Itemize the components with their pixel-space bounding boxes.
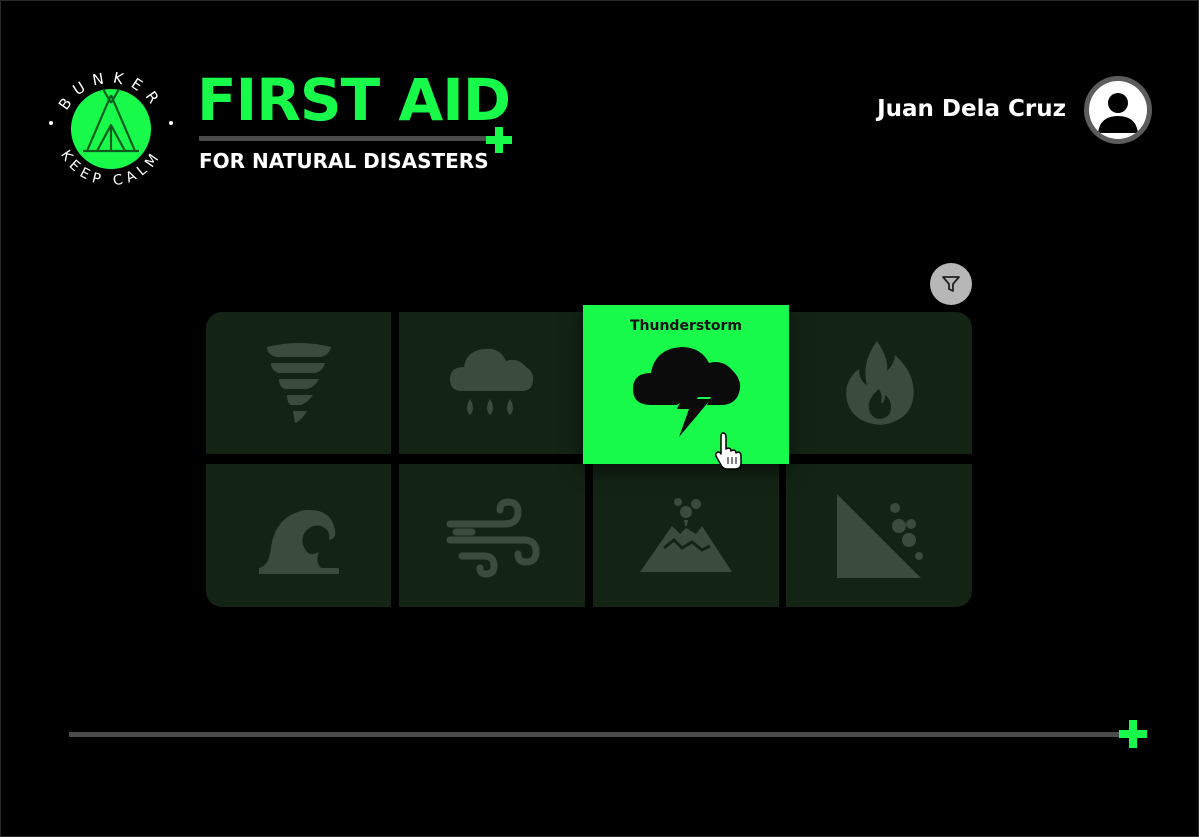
footer-divider — [69, 732, 1127, 737]
wind-icon — [446, 497, 540, 578]
landslide-icon — [837, 493, 923, 578]
logo-dot-right — [169, 121, 173, 125]
tile-wind[interactable] — [399, 464, 585, 607]
app-frame: BUNKER KEEP CALM FIRST AID FOR NATURAL D… — [0, 0, 1199, 837]
plus-icon — [1119, 720, 1147, 748]
user-avatar[interactable] — [1084, 76, 1152, 144]
title-underline — [199, 136, 487, 141]
thunderstorm-icon — [633, 347, 741, 437]
tile-tornado[interactable] — [206, 312, 391, 454]
filter-button[interactable] — [930, 263, 972, 305]
rain-cloud-icon — [450, 348, 534, 415]
tile-landslide[interactable] — [786, 464, 972, 607]
tile-volcano[interactable] — [593, 464, 779, 607]
page-title: FIRST AID — [197, 66, 511, 134]
plus-icon — [486, 127, 512, 153]
tornado-icon — [266, 343, 331, 423]
tile-rain[interactable] — [399, 312, 585, 454]
bunker-logo[interactable]: BUNKER KEEP CALM — [41, 59, 181, 199]
volcano-icon — [640, 497, 732, 572]
tile-fire[interactable] — [786, 312, 972, 454]
tile-label: Thunderstorm — [629, 318, 742, 334]
tile-thunderstorm-selected[interactable]: Thunderstorm — [583, 305, 789, 464]
user-avatar-icon — [1089, 81, 1147, 139]
user-name: Juan Dela Cruz — [877, 96, 1066, 122]
tsunami-wave-icon — [258, 509, 339, 574]
page-subtitle: FOR NATURAL DISASTERS — [199, 149, 489, 173]
fire-icon — [846, 341, 914, 425]
hand-cursor-icon — [715, 432, 742, 470]
filter-icon — [942, 276, 960, 292]
logo-emblem: BUNKER KEEP CALM — [45, 63, 177, 195]
logo-dot-left — [49, 121, 53, 125]
tile-tsunami[interactable] — [206, 464, 391, 607]
